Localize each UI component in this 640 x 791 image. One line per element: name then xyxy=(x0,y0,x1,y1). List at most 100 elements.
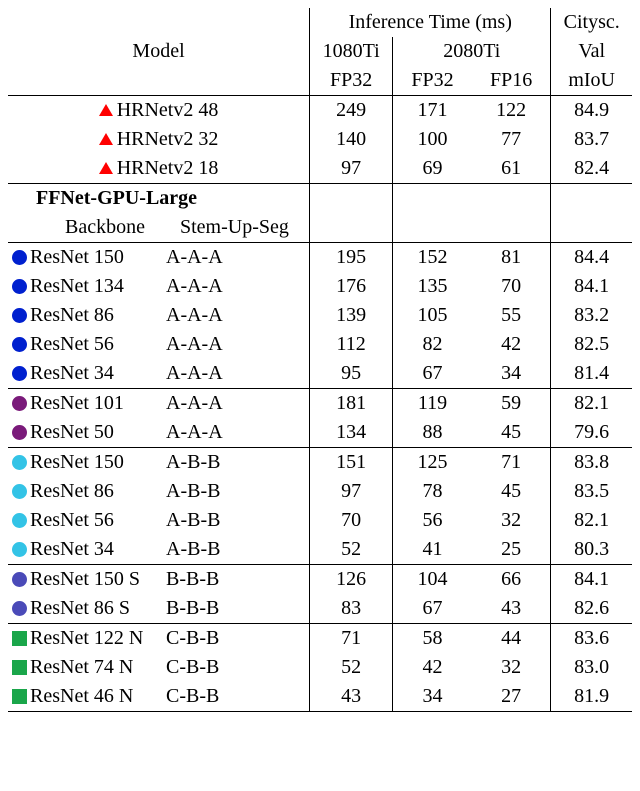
circle-icon xyxy=(12,366,27,381)
results-table: Model Inference Time (ms) Citysc. 1080Ti… xyxy=(8,8,632,712)
circle-icon xyxy=(12,484,27,499)
cell-2080fp16: 32 xyxy=(472,506,551,535)
backbone-label: ResNet 86 xyxy=(30,302,160,329)
stem-up-seg-label: A-A-A xyxy=(160,273,240,300)
cell-miou: 82.1 xyxy=(551,506,632,535)
backbone-label: ResNet 150 S xyxy=(30,566,160,593)
model-cell: ResNet 46 NC-B-B xyxy=(8,682,310,712)
cell-2080fp16: 43 xyxy=(472,594,551,624)
model-cell: ResNet 150 SB-B-B xyxy=(8,565,310,595)
cell-2080fp32: 125 xyxy=(393,448,472,478)
square-icon xyxy=(12,660,27,675)
cell-2080fp16: 81 xyxy=(472,243,551,273)
circle-icon xyxy=(12,542,27,557)
circle-icon xyxy=(12,572,27,587)
cell-1080fp32: 249 xyxy=(310,96,393,126)
subheader-backbone: Backbone xyxy=(12,214,180,241)
col-citysc: Citysc. xyxy=(551,8,632,37)
model-cell: ResNet 56A-B-B xyxy=(8,506,310,535)
section-row: FFNet-GPU-Large xyxy=(8,184,632,214)
col-val: Val xyxy=(551,37,632,66)
circle-icon xyxy=(12,337,27,352)
cell-1080fp32: 195 xyxy=(310,243,393,273)
stem-up-seg-label: A-A-A xyxy=(160,244,240,271)
cell-miou: 83.7 xyxy=(551,125,632,154)
table-row: ResNet 86A-B-B97784583.5 xyxy=(8,477,632,506)
cell-2080fp32: 100 xyxy=(393,125,472,154)
cell-2080fp32: 135 xyxy=(393,272,472,301)
table-row: ResNet 86A-A-A1391055583.2 xyxy=(8,301,632,330)
backbone-label: ResNet 34 xyxy=(30,360,160,387)
backbone-label: ResNet 56 xyxy=(30,331,160,358)
cell-1080fp32: 52 xyxy=(310,653,393,682)
section-title: FFNet-GPU-Large xyxy=(8,184,310,214)
circle-icon xyxy=(12,513,27,528)
col-fp32-a: FP32 xyxy=(310,66,393,96)
cell-miou: 84.4 xyxy=(551,243,632,273)
col-1080ti: 1080Ti xyxy=(310,37,393,66)
stem-up-seg-label: A-B-B xyxy=(160,478,240,505)
model-cell: ResNet 34A-A-A xyxy=(8,359,310,389)
triangle-icon xyxy=(99,103,114,118)
model-cell: ResNet 122 NC-B-B xyxy=(8,624,310,654)
circle-icon xyxy=(12,396,27,411)
cell-1080fp32: 139 xyxy=(310,301,393,330)
circle-icon xyxy=(12,250,27,265)
backbone-label: ResNet 86 S xyxy=(30,595,160,622)
model-cell: ResNet 101A-A-A xyxy=(8,389,310,419)
cell-2080fp16: 71 xyxy=(472,448,551,478)
cell-1080fp32: 151 xyxy=(310,448,393,478)
cell-2080fp32: 42 xyxy=(393,653,472,682)
cell-2080fp32: 41 xyxy=(393,535,472,565)
cell-1080fp32: 71 xyxy=(310,624,393,654)
stem-up-seg-label: A-A-A xyxy=(160,419,240,446)
cell-miou: 82.5 xyxy=(551,330,632,359)
col-fp16: FP16 xyxy=(472,66,551,96)
col-inference-time: Inference Time (ms) xyxy=(310,8,551,37)
cell-2080fp32: 152 xyxy=(393,243,472,273)
table-row: HRNetv2 4824917112284.9 xyxy=(8,96,632,126)
backbone-label: ResNet 46 N xyxy=(30,683,160,710)
stem-up-seg-label: C-B-B xyxy=(160,625,240,652)
cell-2080fp16: 59 xyxy=(472,389,551,419)
model-cell: ResNet 150A-A-A xyxy=(8,243,310,273)
cell-2080fp32: 34 xyxy=(393,682,472,712)
cell-miou: 83.0 xyxy=(551,653,632,682)
backbone-label: HRNetv2 32 xyxy=(117,128,219,150)
col-model: Model xyxy=(8,8,310,96)
model-cell: ResNet 86A-B-B xyxy=(8,477,310,506)
cell-2080fp16: 34 xyxy=(472,359,551,389)
cell-miou: 79.6 xyxy=(551,418,632,448)
cell-2080fp32: 104 xyxy=(393,565,472,595)
cell-2080fp32: 56 xyxy=(393,506,472,535)
cell-miou: 84.9 xyxy=(551,96,632,126)
circle-icon xyxy=(12,279,27,294)
model-cell: ResNet 34A-B-B xyxy=(8,535,310,565)
cell-2080fp16: 32 xyxy=(472,653,551,682)
stem-up-seg-label: B-B-B xyxy=(160,595,240,622)
table-row: ResNet 101A-A-A1811195982.1 xyxy=(8,389,632,419)
stem-up-seg-label: A-B-B xyxy=(160,449,240,476)
triangle-icon xyxy=(99,132,114,147)
cell-2080fp16: 45 xyxy=(472,477,551,506)
cell-2080fp32: 171 xyxy=(393,96,472,126)
backbone-label: ResNet 134 xyxy=(30,273,160,300)
table-row: ResNet 122 NC-B-B71584483.6 xyxy=(8,624,632,654)
table-row: ResNet 56A-B-B70563282.1 xyxy=(8,506,632,535)
cell-2080fp16: 77 xyxy=(472,125,551,154)
table-row: ResNet 46 NC-B-B43342781.9 xyxy=(8,682,632,712)
cell-2080fp32: 67 xyxy=(393,359,472,389)
cell-1080fp32: 140 xyxy=(310,125,393,154)
stem-up-seg-label: A-A-A xyxy=(160,360,240,387)
table-row: ResNet 150 SB-B-B1261046684.1 xyxy=(8,565,632,595)
cell-2080fp16: 61 xyxy=(472,154,551,184)
stem-up-seg-label: C-B-B xyxy=(160,654,240,681)
backbone-label: ResNet 122 N xyxy=(30,625,160,652)
table-row: HRNetv2 32 1401007783.7 xyxy=(8,125,632,154)
cell-2080fp32: 69 xyxy=(393,154,472,184)
table-row: ResNet 56A-A-A112824282.5 xyxy=(8,330,632,359)
model-cell: HRNetv2 32 xyxy=(8,125,310,154)
cell-1080fp32: 134 xyxy=(310,418,393,448)
cell-2080fp32: 82 xyxy=(393,330,472,359)
stem-up-seg-label: C-B-B xyxy=(160,683,240,710)
